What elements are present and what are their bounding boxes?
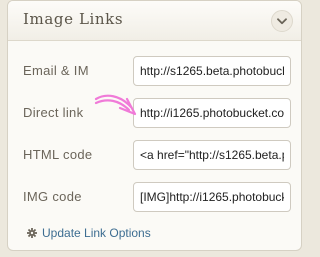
update-link-options-link[interactable]: Update Link Options (27, 226, 151, 240)
panel-header: Image Links (8, 1, 301, 41)
gear-icon (27, 228, 37, 238)
html-code-row: HTML code (8, 140, 301, 170)
img-code-row: IMG code (8, 182, 301, 212)
img-code-field[interactable] (133, 182, 291, 212)
image-links-panel: Image Links Email & IM Direct link HTML … (7, 0, 302, 251)
panel-title: Image Links (23, 10, 124, 28)
email-im-field[interactable] (133, 56, 291, 86)
chevron-down-icon (277, 17, 287, 25)
email-im-row: Email & IM (8, 56, 301, 86)
collapse-button[interactable] (271, 10, 293, 32)
direct-link-field[interactable] (133, 98, 291, 128)
update-link-options-label: Update Link Options (42, 226, 151, 240)
direct-link-row: Direct link (8, 98, 301, 128)
email-im-label: Email & IM (23, 63, 89, 78)
img-code-label: IMG code (23, 189, 82, 204)
direct-link-label: Direct link (23, 105, 84, 120)
html-code-label: HTML code (23, 147, 93, 162)
html-code-field[interactable] (133, 140, 291, 170)
